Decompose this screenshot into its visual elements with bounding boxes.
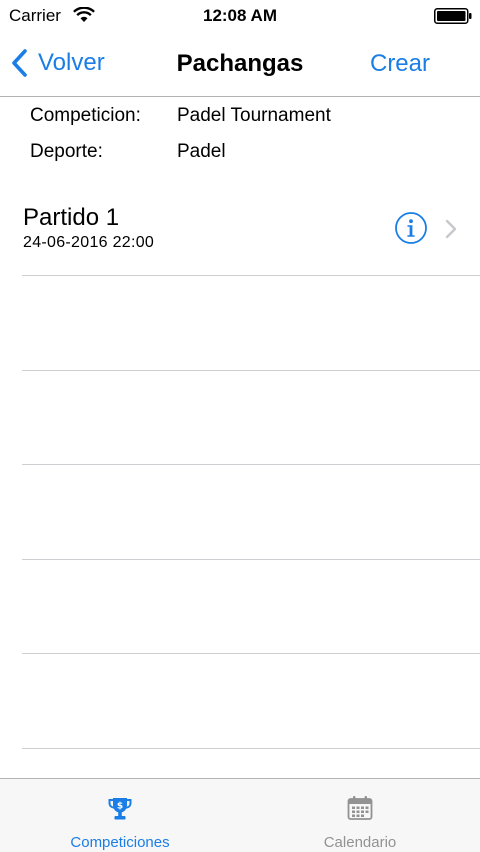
tab-competiciones[interactable]: $ Competiciones	[0, 779, 240, 852]
trophy-icon: $	[108, 798, 132, 820]
battery-icon	[434, 8, 472, 24]
match-name: Partido 1	[23, 204, 120, 231]
calendar-icon	[347, 796, 373, 820]
competition-label: Competicion:	[30, 105, 141, 126]
tab-label: Competiciones	[70, 834, 170, 851]
row-separator	[22, 275, 480, 276]
match-row[interactable]: Partido 1 24-06-2016 22:00	[0, 182, 480, 276]
screen: Carrier 12:08 AM Volver Pachangas Crear …	[0, 0, 480, 852]
sport-label: Deporte:	[30, 141, 103, 162]
tab-label: Calendario	[323, 834, 397, 851]
row-separator	[22, 370, 480, 371]
match-date: 24-06-2016 22:00	[23, 234, 155, 251]
tab-calendario[interactable]: Calendario	[240, 779, 480, 852]
competition-row: Competicion: Padel Tournament	[30, 105, 430, 131]
svg-text:$: $	[117, 802, 123, 812]
tab-bar: $ Competiciones Calendario	[0, 778, 480, 852]
info-icon[interactable]	[394, 211, 428, 245]
row-separator	[22, 464, 480, 465]
competition-value: Padel Tournament	[177, 105, 331, 126]
navigation-bar: Volver Pachangas Crear	[0, 32, 480, 97]
row-separator	[22, 559, 480, 560]
create-button[interactable]: Crear	[370, 50, 430, 78]
chevron-right-icon	[445, 219, 457, 239]
status-bar: Carrier 12:08 AM	[0, 0, 480, 32]
sport-value: Padel	[177, 141, 226, 162]
status-time: 12:08 AM	[202, 6, 277, 25]
row-separator	[22, 748, 480, 749]
sport-row: Deporte: Padel	[30, 141, 430, 167]
row-separator	[22, 653, 480, 654]
